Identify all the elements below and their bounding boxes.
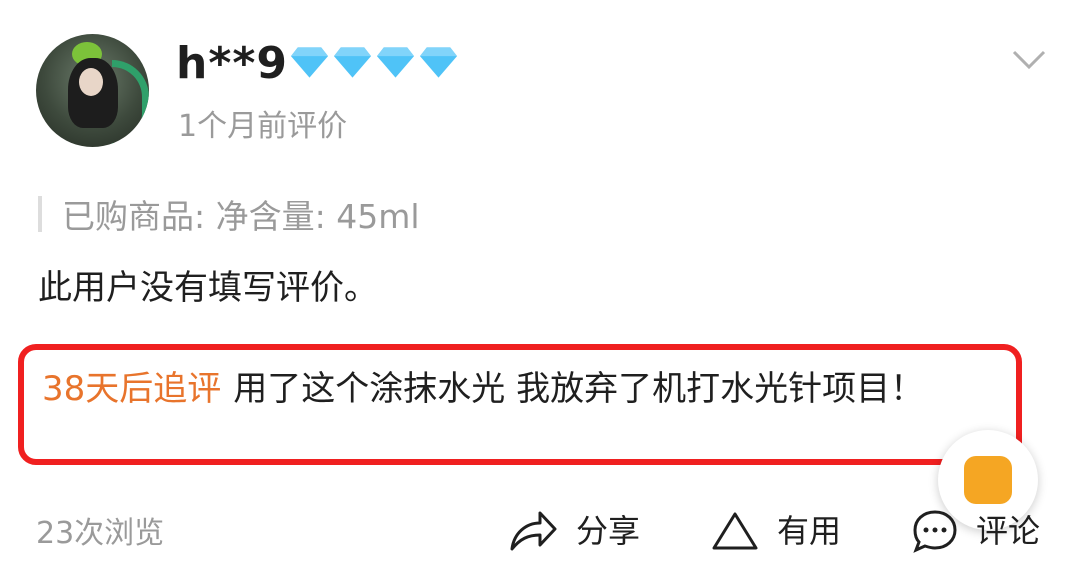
diamond-icon — [290, 47, 329, 78]
review-text: 此用户没有填写评价。 — [38, 268, 378, 308]
purchased-item: 已购商品: 净含量: 45ml — [38, 190, 420, 238]
diamond-icon — [376, 47, 415, 78]
username[interactable]: h**9 — [176, 36, 288, 92]
followup-review: 38天后追评 用了这个涂抹水光 我放弃了机打水光针项目！ — [18, 344, 1022, 465]
diamond-icon — [419, 47, 458, 78]
purchased-text: 已购商品: 净含量: 45ml — [62, 197, 420, 236]
comment-icon — [913, 510, 957, 553]
avatar-ring — [112, 60, 149, 147]
edit-note-icon — [964, 456, 1012, 504]
share-button[interactable]: 分享 — [508, 506, 640, 556]
useful-label: 有用 — [777, 512, 842, 550]
comment-label: 评论 — [976, 512, 1041, 550]
followup-tag: 38天后追评 — [42, 369, 222, 409]
chevron-down-icon[interactable] — [1012, 50, 1046, 70]
avatar[interactable] — [36, 34, 149, 147]
view-count: 23次浏览 — [36, 516, 165, 551]
useful-button[interactable]: 有用 — [711, 506, 841, 556]
followup-paragraph: 38天后追评 用了这个涂抹水光 我放弃了机打水光针项目！ — [42, 364, 998, 414]
review-time: 1个月前评价 — [178, 109, 348, 144]
followup-text: 用了这个涂抹水光 我放弃了机打水光针项目！ — [233, 369, 925, 409]
level-badges — [290, 45, 458, 79]
comment-button[interactable]: 评论 — [912, 506, 1040, 556]
triangle-icon — [712, 512, 758, 550]
avatar-face — [79, 68, 103, 96]
diamond-icon — [333, 47, 372, 78]
share-icon — [510, 511, 557, 551]
share-label: 分享 — [576, 512, 641, 550]
divider-bar — [38, 196, 42, 232]
